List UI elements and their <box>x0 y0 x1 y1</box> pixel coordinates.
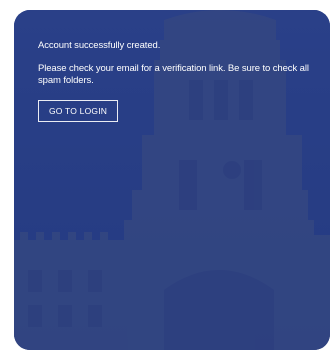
verification-instructions: Please check your email for a verificati… <box>38 63 309 86</box>
go-to-login-button[interactable]: GO TO LOGIN <box>38 100 119 122</box>
success-message: Account successfully created. <box>38 40 161 51</box>
message-content: Account successfully created. Please che… <box>38 40 322 122</box>
confirmation-card: Account successfully created. Please che… <box>14 10 330 350</box>
